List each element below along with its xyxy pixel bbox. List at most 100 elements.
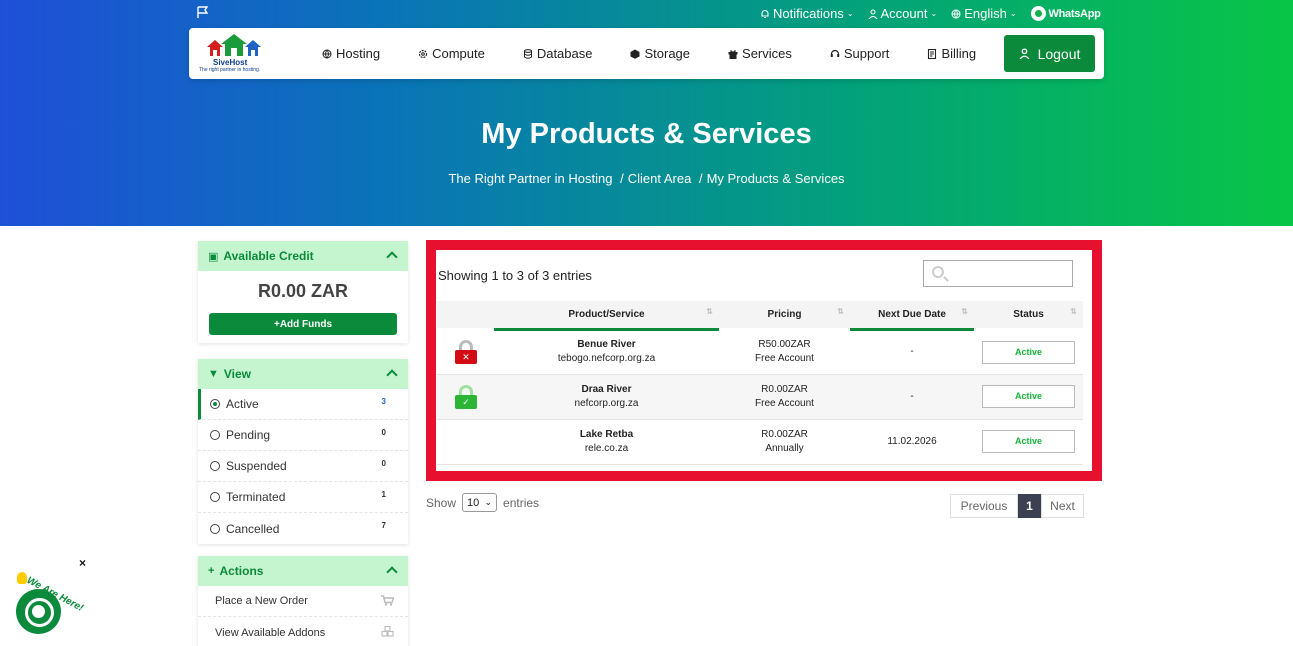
ssl-status-cell: ✕ bbox=[437, 329, 494, 374]
product-cell: Lake Retba rele.co.za bbox=[494, 419, 719, 464]
nav-support[interactable]: Support bbox=[830, 46, 890, 61]
chat-icon[interactable] bbox=[16, 589, 61, 634]
header-label: Status bbox=[1013, 308, 1044, 320]
breadcrumb-current: My Products & Services bbox=[706, 171, 845, 186]
radio-unselected bbox=[210, 430, 220, 440]
logout-button[interactable]: Logout bbox=[1004, 35, 1095, 72]
table-row[interactable]: ✓ Draa River nefcorp.org.za R0.00ZAR Fre… bbox=[437, 374, 1083, 419]
chevron-up-icon[interactable] bbox=[386, 251, 398, 263]
action-place-order[interactable]: Place a New Order bbox=[198, 586, 408, 617]
breadcrumb-home[interactable]: The Right Partner in Hosting bbox=[448, 171, 612, 186]
status-cell: Active bbox=[974, 329, 1083, 374]
notifications-label: Notifications bbox=[773, 6, 844, 21]
credit-panel-header[interactable]: ▣ Available Credit bbox=[198, 241, 408, 271]
table-row[interactable]: ✕ Benue River tebogo.nefcorp.org.za R50.… bbox=[437, 329, 1083, 374]
bell-icon bbox=[761, 9, 769, 18]
radio-unselected bbox=[210, 523, 220, 534]
status-badge[interactable]: Active bbox=[982, 385, 1075, 408]
nav-support-label: Support bbox=[843, 46, 890, 61]
previous-page-button[interactable]: Previous bbox=[950, 494, 1018, 518]
nav-compute[interactable]: Compute bbox=[418, 46, 485, 61]
pagination: Previous 1 Next bbox=[950, 494, 1084, 518]
invoice-icon bbox=[928, 48, 937, 59]
account-menu[interactable]: Account ⌄ bbox=[868, 6, 937, 21]
notifications-menu[interactable]: Notifications ⌄ bbox=[760, 6, 854, 21]
product-name: Draa River bbox=[581, 383, 632, 395]
page-number-button[interactable]: 1 bbox=[1018, 494, 1041, 518]
sort-icon: ⇅ bbox=[837, 307, 844, 316]
header-label: Next Due Date bbox=[878, 308, 946, 320]
action-label: View Available Addons bbox=[215, 626, 326, 639]
user-icon bbox=[1019, 48, 1029, 59]
view-filter-cancelled[interactable]: Cancelled 7 bbox=[198, 513, 408, 544]
breadcrumb: The Right Partner in Hosting / Client Are… bbox=[0, 171, 1293, 186]
nav-services[interactable]: Services bbox=[728, 46, 792, 61]
status-badge[interactable]: Active bbox=[982, 430, 1075, 453]
view-filter-pending[interactable]: Pending 0 bbox=[198, 420, 408, 451]
sivehost-logo[interactable]: SiveHost The right partner in hosting. bbox=[199, 32, 269, 74]
table-row[interactable]: Lake Retba rele.co.za R0.00ZAR Annually … bbox=[437, 419, 1083, 464]
table-header-row: Product/Service ⇅ Pricing ⇅ Next Due Dat… bbox=[437, 301, 1083, 331]
top-bar: Notifications ⌄ Account ⌄ English ⌄ What… bbox=[0, 5, 1293, 23]
view-panel-header[interactable]: ▼ View bbox=[198, 359, 408, 389]
chevron-down-icon: ⌄ bbox=[846, 9, 854, 18]
page-size-control: Show 10 ⌄ entries bbox=[426, 493, 539, 512]
product-domain: nefcorp.org.za bbox=[574, 397, 639, 409]
nav-storage[interactable]: Storage bbox=[630, 46, 690, 61]
view-filter-count: 7 bbox=[381, 521, 386, 530]
language-menu[interactable]: English ⌄ bbox=[951, 6, 1017, 21]
view-filter-count: 0 bbox=[381, 459, 386, 468]
nav-database-label: Database bbox=[536, 46, 593, 61]
chevron-up-icon[interactable] bbox=[386, 369, 398, 381]
headset-icon bbox=[830, 49, 840, 57]
logo-brand: SiveHost bbox=[213, 58, 248, 67]
header-status[interactable]: Status ⇅ bbox=[974, 301, 1083, 329]
header-next-due-date[interactable]: Next Due Date ⇅ bbox=[850, 301, 974, 331]
header-pricing[interactable]: Pricing ⇅ bbox=[719, 301, 850, 329]
whatsapp-label: WhatsApp bbox=[1048, 7, 1101, 20]
page-size-select[interactable]: 10 ⌄ bbox=[462, 493, 498, 512]
user-icon bbox=[868, 8, 877, 19]
chevron-down-icon: ⌄ bbox=[1009, 9, 1017, 18]
page-size-value: 10 bbox=[467, 496, 480, 509]
table-info: Showing 1 to 3 of 3 entries bbox=[438, 268, 592, 283]
nav-billing[interactable]: Billing bbox=[927, 46, 976, 61]
price-amount: R50.00ZAR bbox=[758, 339, 811, 350]
show-label: Show bbox=[426, 495, 457, 510]
view-filter-label: Terminated bbox=[226, 490, 286, 504]
due-date-cell: - bbox=[910, 390, 914, 402]
breadcrumb-separator: / bbox=[620, 171, 624, 186]
due-date-cell: - bbox=[910, 346, 914, 357]
billing-cycle: Free Account bbox=[755, 397, 814, 409]
radio-selected bbox=[210, 399, 220, 409]
next-page-button[interactable]: Next bbox=[1041, 494, 1084, 518]
nav-database[interactable]: Database bbox=[523, 46, 593, 61]
view-filter-label: Pending bbox=[226, 428, 271, 442]
whatsapp-link[interactable]: WhatsApp bbox=[1030, 6, 1101, 21]
nav-menu: Hosting Compute Database Storage Service… bbox=[322, 28, 1014, 79]
view-filter-terminated[interactable]: Terminated 1 bbox=[198, 482, 408, 513]
chevron-up-icon[interactable] bbox=[386, 566, 398, 578]
action-view-addons[interactable]: View Available Addons bbox=[198, 617, 408, 646]
cubes-icon bbox=[381, 626, 394, 637]
table-search-input[interactable] bbox=[923, 260, 1073, 287]
view-filter-active[interactable]: Active 3 bbox=[198, 389, 408, 420]
header-label: Pricing bbox=[767, 308, 802, 320]
money-icon: ▣ bbox=[208, 250, 219, 263]
flag-icon[interactable] bbox=[197, 6, 209, 19]
status-badge[interactable]: Active bbox=[982, 340, 1075, 364]
view-filter-suspended[interactable]: Suspended 0 bbox=[198, 451, 408, 482]
nav-services-label: Services bbox=[742, 46, 792, 61]
page-title: My Products & Services bbox=[481, 118, 812, 150]
actions-panel-header[interactable]: + Actions bbox=[198, 556, 408, 586]
billing-cycle: Free Account bbox=[755, 353, 814, 364]
cog-icon bbox=[418, 49, 428, 58]
chat-close-button[interactable]: × bbox=[79, 556, 86, 570]
breadcrumb-client-area[interactable]: Client Area bbox=[628, 171, 692, 186]
radio-unselected bbox=[210, 461, 220, 471]
nav-storage-label: Storage bbox=[644, 46, 691, 61]
header-product-service[interactable]: Product/Service ⇅ bbox=[494, 301, 719, 331]
view-filter-label: Suspended bbox=[226, 459, 287, 473]
add-funds-button[interactable]: + Add Funds bbox=[209, 313, 397, 335]
nav-hosting[interactable]: Hosting bbox=[322, 46, 380, 61]
